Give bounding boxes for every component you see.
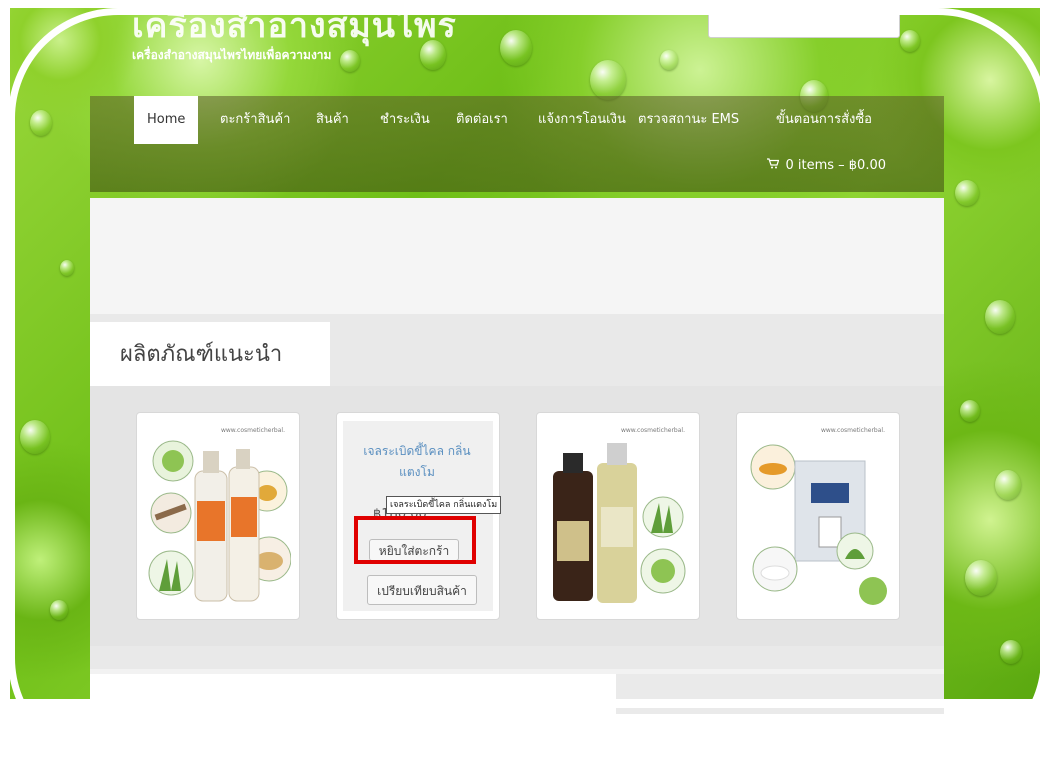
nav-item-transfer-notice[interactable]: แจ้งการโอนเงิน bbox=[538, 96, 626, 144]
product-image[interactable]: www.cosmeticherbal. bbox=[745, 421, 891, 611]
footer-sidebar bbox=[616, 674, 944, 714]
nav-item-order-steps[interactable]: ขั้นตอนการสั่งซื้อ bbox=[776, 96, 872, 144]
cart-icon bbox=[767, 158, 780, 173]
nav-item-products[interactable]: สินค้า bbox=[316, 96, 349, 144]
product-image[interactable]: www.cosmeticherbal. bbox=[145, 421, 292, 611]
water-drop bbox=[500, 30, 532, 66]
water-drop bbox=[590, 60, 626, 100]
search-input[interactable] bbox=[708, 10, 900, 38]
water-drop bbox=[20, 420, 50, 454]
nav-item-cart[interactable]: ตะกร้าสินค้า bbox=[220, 96, 290, 144]
section-title: ผลิตภัณฑ์แนะนำ bbox=[120, 342, 283, 367]
water-drop bbox=[340, 50, 360, 72]
site-tagline: เครื่องสำอางสมุนไพรไทยเพื่อความงาม bbox=[132, 48, 332, 62]
water-drop bbox=[955, 180, 979, 206]
banner-slider bbox=[90, 198, 944, 316]
water-drop bbox=[965, 560, 997, 596]
nav-item-ems-status[interactable]: ตรวจสถานะ EMS bbox=[638, 96, 739, 144]
product-card[interactable]: www.cosmeticherbal. bbox=[536, 412, 700, 620]
water-drop bbox=[900, 30, 920, 52]
frame-edge bbox=[0, 0, 1040, 8]
water-drop bbox=[1000, 640, 1022, 664]
nav-item-home[interactable]: Home bbox=[134, 96, 199, 144]
highlight-annotation bbox=[354, 516, 476, 564]
water-drop bbox=[985, 300, 1015, 334]
cart-label: 0 items – ฿0.00 bbox=[785, 158, 886, 173]
product-image[interactable]: www.cosmeticherbal. bbox=[545, 421, 691, 611]
compare-button[interactable]: เปรียบเทียบสินค้า bbox=[367, 575, 477, 605]
water-drop bbox=[960, 400, 980, 422]
water-drop bbox=[995, 470, 1021, 500]
frame-edge bbox=[0, 0, 10, 708]
product-card[interactable]: www.cosmeticherbal. bbox=[736, 412, 900, 620]
product-watermark: www.cosmeticherbal. bbox=[220, 427, 285, 434]
nav-item-payment[interactable]: ชำระเงิน bbox=[380, 96, 430, 144]
nav-item-contact[interactable]: ติดต่อเรา bbox=[456, 96, 508, 144]
main-navigation: Home ตะกร้าสินค้า สินค้า ชำระเงิน ติดต่อ… bbox=[90, 96, 944, 192]
water-drop bbox=[50, 600, 68, 620]
product-tooltip: เจลระเบิดขี้ไคล กลิ่นแตงโม bbox=[386, 496, 502, 514]
water-drop bbox=[60, 260, 74, 276]
water-drop bbox=[30, 110, 52, 136]
water-drop bbox=[660, 50, 678, 70]
product-card[interactable]: www.cosmeticherbal. bbox=[136, 412, 300, 620]
product-watermark: www.cosmeticherbal. bbox=[620, 427, 685, 434]
frame-edge bbox=[0, 699, 1040, 708]
product-watermark: www.cosmeticherbal. bbox=[820, 427, 885, 434]
main-content: ผลิตภัณฑ์แนะนำ www.cosmeticherbal. เจลระ… bbox=[90, 198, 944, 714]
cart-summary[interactable]: 0 items – ฿0.00 bbox=[767, 158, 886, 173]
product-name[interactable]: เจลระเบิดขี้ไคล กลิ่นแตงโม bbox=[353, 441, 481, 483]
